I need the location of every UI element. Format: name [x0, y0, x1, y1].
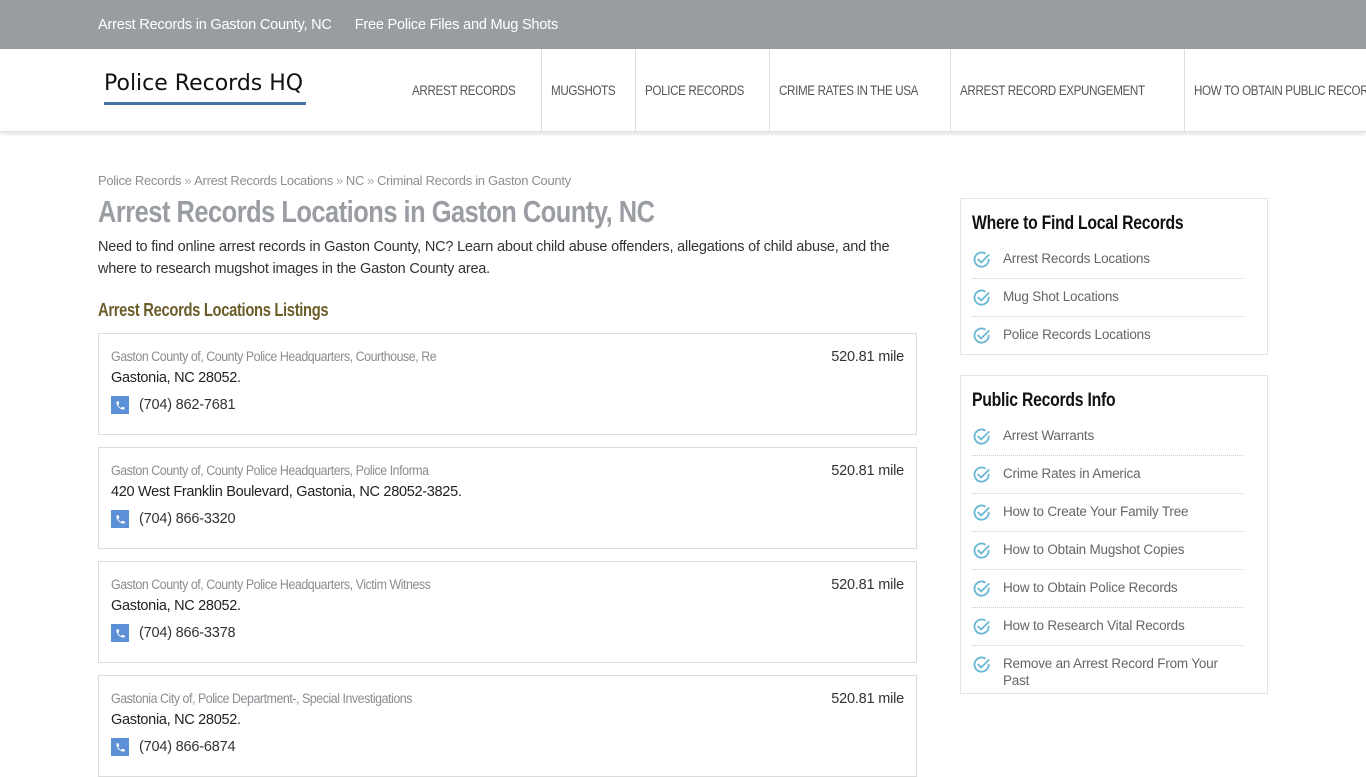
check-circle-icon — [973, 327, 990, 344]
listing-distance: 520.81 mile — [831, 691, 904, 707]
widget-item-label: Police Records Locations — [1003, 327, 1151, 342]
nav-label: ARREST RECORD EXPUNGEMENT — [959, 83, 1145, 98]
breadcrumb-separator: » — [367, 173, 374, 188]
check-circle-icon — [973, 618, 990, 635]
check-circle-icon — [973, 428, 990, 445]
listings-section-title: Arrest Records Locations Listings — [98, 300, 329, 320]
listing-phone[interactable]: (704) 866-3320 — [139, 511, 236, 527]
widget-list: Arrest Warrants Crime Rates in America H… — [972, 418, 1256, 697]
nav-label: MUGSHOTS — [551, 83, 616, 98]
phone-icon — [111, 738, 129, 756]
widget-item-family-tree[interactable]: How to Create Your Family Tree — [972, 494, 1244, 532]
phone-icon — [111, 624, 129, 642]
nav-item-mugshots[interactable]: MUGSHOTS — [542, 49, 636, 132]
breadcrumb: Police Records» Arrest Records Locations»… — [98, 173, 918, 188]
check-circle-icon — [973, 289, 990, 306]
widget-item-arrest-warrants[interactable]: Arrest Warrants — [972, 418, 1244, 456]
top-bar: Arrest Records in Gaston County, NC Free… — [0, 0, 1366, 49]
check-circle-icon — [973, 542, 990, 559]
listing-name-text: Gaston County of, County Police Headquar… — [111, 349, 437, 364]
nav-item-police-records[interactable]: POLICE RECORDS — [636, 49, 771, 132]
widget-item-crime-rates[interactable]: Crime Rates in America — [972, 456, 1244, 494]
nav-item-arrest-records[interactable]: ARREST RECORDS — [403, 49, 543, 132]
nav-item-crime-rates[interactable]: CRIME RATES IN THE USA — [770, 49, 951, 132]
logo-underline — [104, 102, 306, 105]
check-circle-icon — [973, 251, 990, 268]
widget-item-police-records-locations[interactable]: Police Records Locations — [972, 317, 1244, 354]
listing-phone[interactable]: (704) 866-3378 — [139, 625, 236, 641]
breadcrumb-nc[interactable]: NC — [346, 173, 364, 188]
listing-card: Gaston County of, County Police Headquar… — [98, 561, 917, 663]
widget-item-remove-arrest-record[interactable]: Remove an Arrest Record From Your Past — [972, 646, 1244, 697]
breadcrumb-police-records[interactable]: Police Records — [98, 173, 182, 188]
listing-card: Gaston County of, County Police Headquar… — [98, 333, 917, 435]
listing-name-text: Gaston County of, County Police Headquar… — [111, 577, 431, 592]
listing-card: Gaston County of, County Police Headquar… — [98, 447, 917, 549]
main-content: Police Records» Arrest Records Locations»… — [98, 165, 918, 777]
widget-list: Arrest Records Locations Mug Shot Locati… — [972, 241, 1256, 354]
listing-distance: 520.81 mile — [831, 577, 904, 593]
widget-item-vital-records[interactable]: How to Research Vital Records — [972, 608, 1244, 646]
nav-label: POLICE RECORDS — [644, 83, 745, 98]
phone-icon — [111, 396, 129, 414]
listing-phone-row: (704) 866-6874 — [111, 738, 236, 756]
widget-public-records-info: Public Records Info Arrest Warrants Crim… — [960, 375, 1268, 694]
listing-distance: 520.81 mile — [831, 463, 904, 479]
listing-phone-row: (704) 866-3378 — [111, 624, 236, 642]
nav-label: ARREST RECORDS — [412, 83, 516, 98]
widget-item-label: Crime Rates in America — [1003, 466, 1141, 481]
site-logo[interactable]: Police Records HQ — [104, 71, 303, 96]
breadcrumb-current[interactable]: Criminal Records in Gaston County — [377, 173, 571, 188]
listing-card: Gastonia City of, Police Department-, Sp… — [98, 675, 917, 777]
widget-item-label: How to Research Vital Records — [1003, 618, 1185, 633]
check-circle-icon — [973, 466, 990, 483]
listing-name[interactable]: Gaston County of, County Police Headquar… — [111, 577, 458, 592]
widget-item-label: Arrest Warrants — [1003, 428, 1095, 443]
listing-name-text: Gaston County of, County Police Headquar… — [111, 463, 429, 478]
widget-title: Where to Find Local Records — [972, 213, 1184, 234]
page-title: Arrest Records Locations in Gaston Count… — [98, 194, 655, 229]
widget-local-records: Where to Find Local Records Arrest Recor… — [960, 198, 1268, 355]
check-circle-icon — [973, 656, 990, 673]
breadcrumb-separator: » — [184, 173, 192, 188]
breadcrumb-separator: » — [335, 173, 343, 188]
breadcrumb-arrest-records-locations[interactable]: Arrest Records Locations — [194, 173, 333, 188]
listing-name[interactable]: Gastonia City of, Police Department-, Sp… — [111, 691, 438, 706]
nav-item-expungement[interactable]: ARREST RECORD EXPUNGEMENT — [951, 49, 1185, 132]
listing-address: Gastonia, NC 28052. — [111, 598, 241, 614]
nav-label: HOW TO OBTAIN PUBLIC RECORDS — [1193, 83, 1366, 98]
listing-name[interactable]: Gaston County of, County Police Headquar… — [111, 349, 464, 364]
phone-icon — [111, 510, 129, 528]
top-bar-link-arrest-records[interactable]: Arrest Records in Gaston County, NC — [98, 17, 332, 33]
nav-item-public-records[interactable]: HOW TO OBTAIN PUBLIC RECORDS — [1185, 49, 1366, 132]
listing-name-text: Gastonia City of, Police Department-, Sp… — [111, 691, 412, 706]
listing-address: Gastonia, NC 28052. — [111, 712, 241, 728]
check-circle-icon — [973, 580, 990, 597]
nav-label: CRIME RATES IN THE USA — [779, 83, 919, 98]
listing-phone-row: (704) 862-7681 — [111, 396, 236, 414]
listing-phone[interactable]: (704) 862-7681 — [139, 397, 236, 413]
widget-title: Public Records Info — [972, 390, 1116, 411]
widget-item-label: How to Obtain Mugshot Copies — [1003, 542, 1185, 557]
widget-item-mugshot-copies[interactable]: How to Obtain Mugshot Copies — [972, 532, 1244, 570]
widget-item-label: Arrest Records Locations — [1003, 251, 1150, 266]
widget-item-label: How to Obtain Police Records — [1003, 580, 1178, 595]
site-header: Police Records HQ ARREST RECORDS MUGSHOT… — [0, 49, 1366, 132]
widget-item-label: How to Create Your Family Tree — [1003, 504, 1189, 519]
listing-address: Gastonia, NC 28052. — [111, 370, 241, 386]
listing-distance: 520.81 mile — [831, 349, 904, 365]
check-circle-icon — [973, 504, 990, 521]
widget-item-label: Mug Shot Locations — [1003, 289, 1119, 304]
intro-text: Need to find online arrest records in Ga… — [98, 239, 890, 277]
top-bar-link-free-police-files[interactable]: Free Police Files and Mug Shots — [355, 17, 559, 33]
widget-item-arrest-records-locations[interactable]: Arrest Records Locations — [972, 241, 1244, 279]
widget-item-mug-shot-locations[interactable]: Mug Shot Locations — [972, 279, 1244, 317]
main-nav: ARREST RECORDS MUGSHOTS POLICE RECORDS C… — [403, 49, 1366, 132]
widget-item-police-records[interactable]: How to Obtain Police Records — [972, 570, 1244, 608]
listing-name[interactable]: Gaston County of, County Police Headquar… — [111, 463, 456, 478]
widget-item-label: Remove an Arrest Record From Your Past — [1003, 656, 1218, 688]
listing-phone[interactable]: (704) 866-6874 — [139, 739, 236, 755]
listing-phone-row: (704) 866-3320 — [111, 510, 236, 528]
listing-address: 420 West Franklin Boulevard, Gastonia, N… — [111, 484, 462, 500]
